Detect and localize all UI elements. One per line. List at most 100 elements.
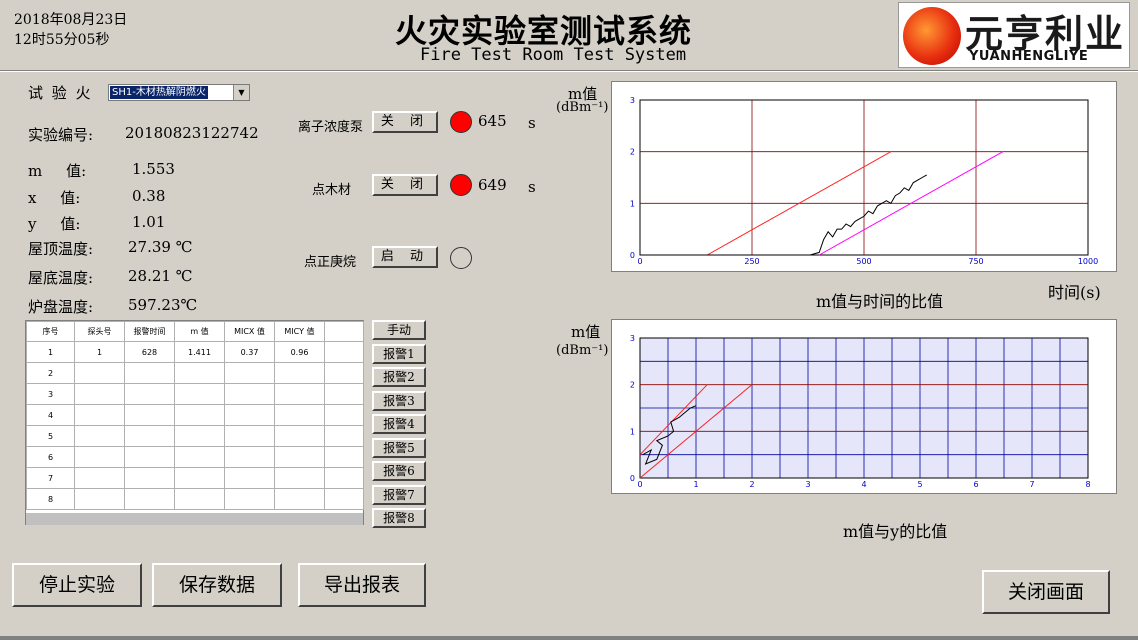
table-row[interactable]: 5 [26,425,364,447]
table-row[interactable]: 4 [26,404,364,426]
col-header [324,321,364,342]
table-cell [174,446,225,468]
control-label-ion-pump: 离子浓度泵 [298,120,364,135]
col-header: 序号 [26,321,75,342]
table-cell: 5 [26,425,75,447]
table-cell [274,362,325,384]
ion-pump-status-led [450,111,472,133]
alarm-3-button[interactable]: 报警3 [372,390,426,411]
manual-button[interactable]: 手动 [372,320,426,340]
col-header: m 值 [174,321,225,342]
table-row[interactable]: 3 [26,383,364,405]
reading-value-m: 1.553 [132,160,175,178]
x-tick-label: 6 [973,480,978,489]
alarm-8-button[interactable]: 报警8 [372,508,426,528]
alarm-4-button[interactable]: 报警4 [372,414,426,434]
table-cell [274,404,325,426]
table-row[interactable]: 6 [26,446,364,468]
ion-pump-button[interactable]: 关 闭 [372,111,438,133]
table-cell [274,425,325,447]
table-cell [324,446,364,468]
alarm-6-button[interactable]: 报警6 [372,461,426,481]
x-tick-label: 500 [856,257,871,266]
reading-label-furnace-temp: 炉盘温度: [28,298,94,316]
table-cell [224,425,275,447]
datetime: 2018年08月23日 12时55分05秒 [14,10,127,50]
chevron-down-icon[interactable]: ▼ [233,85,249,100]
table-cell [324,488,364,510]
y-tick-label: 1 [630,427,635,436]
reading-label-roof-temp: 屋顶温度: [28,240,94,258]
wood-timer: 649 [478,176,507,194]
table-cell [274,488,325,510]
reading-label-floor-temp: 屋底温度: [28,269,94,287]
x-tick-label: 2 [749,480,754,489]
table-cell [74,488,125,510]
table-cell [74,446,125,468]
alarm-1-button[interactable]: 报警1 [372,343,426,364]
fire-select-value: SH1-木材热解阴燃火 [110,86,208,99]
table-cell [224,488,275,510]
bottom-border [0,636,1138,640]
table-cell [224,404,275,426]
app-subtitle: Fire Test Room Test System [420,45,687,65]
save-data-button[interactable]: 保存数据 [152,563,282,607]
m-vs-y-chart: 0 1 2 3 4 5 6 7 8 0 1 2 3 [630,334,1091,489]
table-cell: 8 [26,488,75,510]
table-cell: 0.37 [224,341,275,363]
table-scrollbar[interactable] [26,513,363,525]
reading-label-x: x 值: [28,189,81,207]
heptane-start-button[interactable]: 启 动 [372,246,438,268]
reading-value-x: 0.38 [132,187,166,205]
table-cell: 4 [26,404,75,426]
table-cell [74,425,125,447]
table-cell: 6 [26,446,75,468]
x-tick-label: 0 [637,480,642,489]
chart1-yunit: (dBm⁻¹) [556,100,609,115]
y-tick-label: 2 [630,381,635,390]
table-row[interactable]: 8 [26,488,364,510]
col-header: MICY 值 [274,321,325,342]
table-cell [124,488,175,510]
table-cell: 0.96 [274,341,325,363]
alarm-table: 序号 探头号 报警时间 m 值 MICX 值 MICY 值 1 1 628 1.411… [26,321,364,510]
control-label-heptane: 点正庚烷 [304,255,357,270]
wood-ignite-button[interactable]: 关 闭 [372,174,438,196]
reading-label-y: y 值: [28,215,81,233]
x-tick-label: 8 [1085,480,1090,489]
export-report-button[interactable]: 导出报表 [298,563,426,607]
table-cell [274,383,325,405]
table-cell: 628 [124,341,175,363]
table-cell [324,425,364,447]
table-cell [274,467,325,489]
stop-experiment-button[interactable]: 停止实验 [12,563,142,607]
alarm-7-button[interactable]: 报警7 [372,484,426,505]
table-cell [324,383,364,405]
x-tick-label: 1 [693,480,698,489]
table-row[interactable]: 7 [26,467,364,489]
close-screen-button[interactable]: 关闭画面 [982,570,1110,614]
table-row[interactable]: 1 1 628 1.411 0.37 0.96 [26,341,364,363]
table-cell [124,446,175,468]
table-cell [74,362,125,384]
table-cell [174,362,225,384]
x-tick-label: 1000 [1078,257,1098,266]
y-tick-label: 1 [630,199,635,208]
alarm-2-button[interactable]: 报警2 [372,367,426,387]
reading-value-floor-temp: 28.21 ℃ [128,267,193,285]
table-cell: 7 [26,467,75,489]
chart2-box: 0 1 2 3 4 5 6 7 8 0 1 2 3 [611,319,1117,494]
table-cell [74,467,125,489]
wood-unit: s [528,178,536,196]
chart2-caption: m值与y的比值 [843,522,948,541]
wood-status-led [450,174,472,196]
table-row[interactable]: 2 [26,362,364,384]
col-header: 报警时间 [124,321,175,342]
table-cell [174,425,225,447]
time-label: 12时55分05秒 [14,32,110,48]
alarm-5-button[interactable]: 报警5 [372,437,426,458]
fire-label: 试 验 火 [28,84,93,102]
table-cell [124,383,175,405]
fire-select[interactable]: SH1-木材热解阴燃火 ▼ [108,84,250,101]
table-cell [324,467,364,489]
